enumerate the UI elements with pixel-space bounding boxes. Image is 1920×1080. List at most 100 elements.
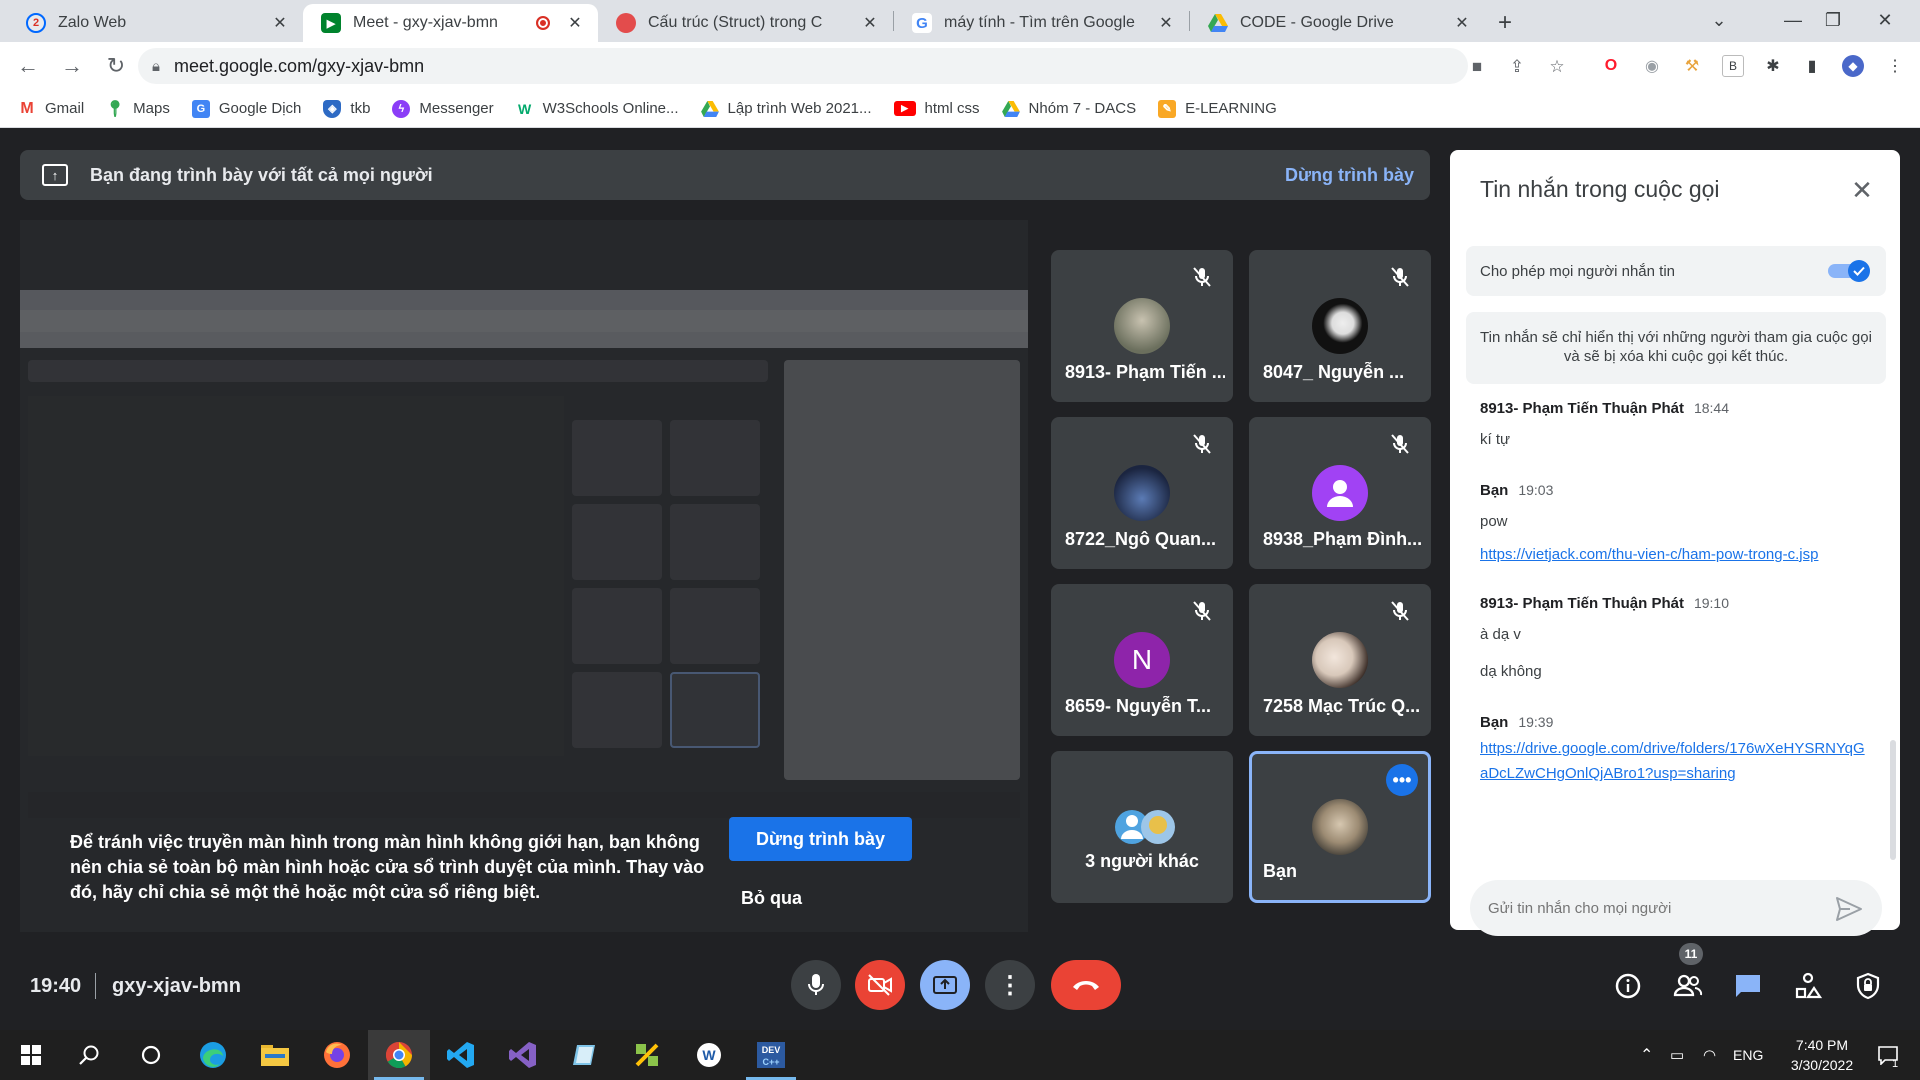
stop-presenting-button[interactable]: Dừng trình bày xyxy=(729,817,912,861)
language-indicator[interactable]: ENG xyxy=(1733,1030,1763,1080)
send-icon[interactable] xyxy=(1835,896,1863,922)
clock[interactable]: 7:40 PM 3/30/2022 xyxy=(1776,1030,1868,1080)
extension-tool-icon[interactable]: ⚒ xyxy=(1681,55,1703,77)
profile-avatar[interactable]: ◆ xyxy=(1842,55,1864,77)
search-icon[interactable] xyxy=(58,1030,120,1080)
bookmark-messenger[interactable]: ϟ Messenger xyxy=(392,99,494,118)
show-hidden-icons[interactable]: ⌃ xyxy=(1640,1030,1653,1080)
participant-tile[interactable]: 8913- Phạm Tiến ... xyxy=(1051,250,1233,402)
word-icon[interactable]: W xyxy=(678,1030,740,1080)
microphone-button[interactable] xyxy=(791,960,841,1010)
tab-google-drive[interactable]: CODE - Google Drive ✕ xyxy=(1190,4,1485,42)
restore-button[interactable]: ❐ xyxy=(1808,0,1858,40)
close-window-button[interactable]: ✕ xyxy=(1860,0,1910,40)
more-options-icon[interactable]: ⋮ xyxy=(985,960,1035,1010)
activities-icon[interactable] xyxy=(1791,969,1825,1003)
chat-input[interactable] xyxy=(1470,880,1882,936)
participant-name: Bạn xyxy=(1263,861,1298,881)
reload-button[interactable]: ↻ xyxy=(98,48,134,84)
chrome-icon[interactable] xyxy=(368,1030,430,1080)
close-icon[interactable]: ✕ xyxy=(859,12,881,34)
browser-tab-bar: 2 Zalo Web ✕ ▶ Meet - gxy-xjav-bmn ✕ Cấu… xyxy=(0,0,1920,42)
camera-off-button[interactable] xyxy=(855,960,905,1010)
edge-icon[interactable] xyxy=(182,1030,244,1080)
bookmark-google-dich[interactable]: G Google Dịch xyxy=(191,99,301,118)
message-link[interactable]: https://drive.google.com/drive/folders/1… xyxy=(1480,736,1870,786)
firefox-icon[interactable] xyxy=(306,1030,368,1080)
more-options-button[interactable]: ••• xyxy=(1386,764,1418,796)
bookmark-gmail[interactable]: M Gmail xyxy=(18,99,84,118)
allow-messages-toggle[interactable] xyxy=(1828,259,1872,283)
tools-icon[interactable] xyxy=(616,1030,678,1080)
tab-zalo[interactable]: 2 Zalo Web ✕ xyxy=(8,4,303,42)
tab-title: Meet - gxy-xjav-bmn xyxy=(353,14,498,31)
tab-struct[interactable]: Cấu trúc (Struct) trong C ✕ xyxy=(598,4,893,42)
leave-call-button[interactable] xyxy=(1051,960,1121,1010)
tab-google-search[interactable]: G máy tính - Tìm trên Google ✕ xyxy=(894,4,1189,42)
battery-icon[interactable]: ▭ xyxy=(1670,1030,1684,1080)
close-icon[interactable]: ✕ xyxy=(1846,174,1878,206)
bookmark-lap-trinh-web[interactable]: Lập trình Web 2021... xyxy=(700,100,872,118)
back-button[interactable]: ← xyxy=(10,48,46,84)
camera-icon[interactable]: ■ xyxy=(1466,56,1488,78)
notification-center-icon[interactable]: 1 xyxy=(1868,1030,1908,1080)
message-time: 18:44 xyxy=(1693,400,1729,416)
close-icon[interactable]: ✕ xyxy=(269,12,291,34)
address-bar[interactable]: 🔒︎ meet.google.com/gxy-xjav-bmn ■ ⇪ ☆ xyxy=(138,48,1565,84)
close-icon[interactable]: ✕ xyxy=(1451,12,1473,34)
wifi-icon[interactable]: ◠ xyxy=(1703,1030,1716,1080)
participant-avatar xyxy=(1312,298,1368,354)
extensions-puzzle-icon[interactable]: ✱ xyxy=(1762,55,1784,77)
chat-scrollbar[interactable] xyxy=(1890,740,1896,860)
bookmark-nhom-7[interactable]: Nhóm 7 - DACS xyxy=(1001,100,1137,118)
opera-icon[interactable]: O xyxy=(1600,55,1622,77)
participant-tile[interactable]: 8938_Phạm Đình... xyxy=(1249,417,1431,569)
extension-b-icon[interactable]: B xyxy=(1722,55,1744,77)
close-icon[interactable]: ✕ xyxy=(564,12,586,34)
chat-icon[interactable] xyxy=(1731,969,1765,1003)
menu-icon[interactable]: ⋮ xyxy=(1884,55,1906,77)
vscode-icon[interactable] xyxy=(430,1030,492,1080)
bookmark-label: Nhóm 7 - DACS xyxy=(1028,100,1137,117)
new-tab-button[interactable]: + xyxy=(1485,4,1525,42)
mic-off-icon xyxy=(1189,431,1215,457)
screen-share-preview: Để tránh việc truyền màn hình trong màn … xyxy=(20,220,1028,932)
bookmark-e-learning[interactable]: ✎ E-LEARNING xyxy=(1158,99,1277,118)
participant-tile[interactable]: 8047_ Nguyễn ... xyxy=(1249,250,1431,402)
meeting-info-icon[interactable] xyxy=(1611,969,1645,1003)
bookmark-star-icon[interactable]: ☆ xyxy=(1546,56,1568,78)
self-tile[interactable]: ••• Bạn xyxy=(1249,751,1431,903)
devc-icon[interactable]: DEV C++ xyxy=(740,1030,802,1080)
message-link[interactable]: https://vietjack.com/thu-vien-c/ham-pow-… xyxy=(1480,542,1870,567)
bookmark-html-css[interactable]: ▶ html css xyxy=(893,100,980,117)
task-view-icon[interactable] xyxy=(120,1030,182,1080)
bookmark-tkb[interactable]: ◈ tkb xyxy=(323,99,370,118)
file-explorer-icon[interactable] xyxy=(244,1030,306,1080)
host-controls-icon[interactable] xyxy=(1851,969,1885,1003)
skip-button[interactable]: Bỏ qua xyxy=(741,888,841,909)
bookmark-label: Messenger xyxy=(419,100,494,117)
close-icon[interactable]: ✕ xyxy=(1155,12,1177,34)
visual-studio-icon[interactable] xyxy=(492,1030,554,1080)
windows-start-icon[interactable] xyxy=(0,1030,62,1080)
participant-tile[interactable]: N 8659- Nguyễn T... xyxy=(1051,584,1233,736)
bookmark-w3schools[interactable]: W W3Schools Online... xyxy=(515,99,679,118)
screenshot-icon[interactable]: ◉ xyxy=(1641,55,1663,77)
bookmark-label: Lập trình Web 2021... xyxy=(727,100,872,117)
bookmark-label: Maps xyxy=(133,100,170,117)
banner-stop-presenting-button[interactable]: Dừng trình bày xyxy=(1285,165,1414,186)
google-drive-icon xyxy=(1208,13,1228,33)
side-panel-icon[interactable]: ▮ xyxy=(1801,55,1823,77)
forward-button[interactable]: → xyxy=(54,48,90,84)
participant-tile[interactable]: 8722_Ngô Quan... xyxy=(1051,417,1233,569)
bookmark-maps[interactable]: 📍︎ Maps xyxy=(105,99,170,118)
share-icon[interactable]: ⇪ xyxy=(1506,56,1528,78)
message-sender: 8913- Phạm Tiến Thuận Phát xyxy=(1480,400,1684,417)
notepad-icon[interactable] xyxy=(554,1030,616,1080)
tab-meet[interactable]: ▶ Meet - gxy-xjav-bmn ✕ xyxy=(303,4,598,42)
tab-search-icon[interactable]: ⌄ xyxy=(1694,0,1744,40)
others-tile[interactable]: 3 người khác xyxy=(1051,751,1233,903)
people-icon[interactable] xyxy=(1671,969,1705,1003)
present-screen-button[interactable] xyxy=(920,960,970,1010)
participant-tile[interactable]: 7258 Mạc Trúc Q... xyxy=(1249,584,1431,736)
